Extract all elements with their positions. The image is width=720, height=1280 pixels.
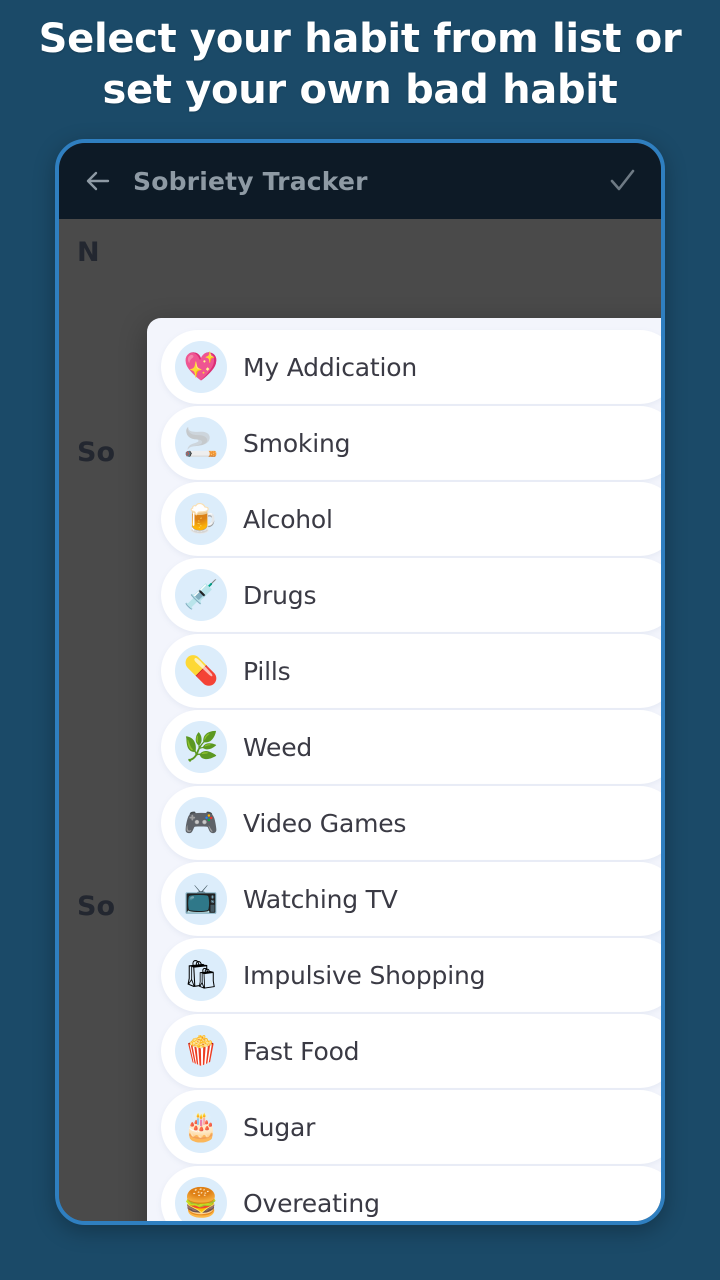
habit-list-item-label: Fast Food (243, 1036, 360, 1066)
habit-list-item[interactable]: 🚬 Smoking (161, 406, 661, 480)
habit-list-item[interactable]: 🎂 Sugar (161, 1090, 661, 1164)
habit-list-item[interactable]: 🍔 Overeating (161, 1166, 661, 1221)
background-label-2: So (77, 437, 115, 468)
habit-list-item-label: Watching TV (243, 884, 398, 914)
pill-icon: 💊 (175, 645, 227, 697)
phone-frame: N So So Sobriety Tracker 💖 My Addication 🚬… (55, 139, 665, 1225)
habit-list-item-label: Video Games (243, 808, 407, 838)
habit-list-item-label: Overeating (243, 1188, 380, 1218)
habit-list-item-label: Drugs (243, 580, 317, 610)
check-icon[interactable] (605, 164, 639, 198)
app-header: Sobriety Tracker (59, 143, 661, 219)
background-label-1: N (77, 237, 100, 268)
popcorn-drink-icon: 🍿 (175, 1025, 227, 1077)
birthday-cake-icon: 🎂 (175, 1101, 227, 1153)
habit-list-item[interactable]: 💉 Drugs (161, 558, 661, 632)
habit-list-item[interactable]: 🌿 Weed (161, 710, 661, 784)
habit-picker-dialog: 💖 My Addication 🚬 Smoking 🍺 Alcohol 💉 Drugs 💊 Pil… (147, 318, 661, 1221)
habit-list-item-label: My Addication (243, 352, 418, 382)
heart-phone-warning-icon: 💖 (175, 341, 227, 393)
habit-list-item[interactable]: 🍿 Fast Food (161, 1014, 661, 1088)
habit-list-item-label: Sugar (243, 1112, 316, 1142)
background-label-3: So (77, 891, 115, 922)
habit-list-item[interactable]: 🍺 Alcohol (161, 482, 661, 556)
hamburger-icon: 🍔 (175, 1177, 227, 1221)
beer-mug-icon: 🍺 (175, 493, 227, 545)
cannabis-leaf-icon: 🌿 (175, 721, 227, 773)
shopping-bag-icon: 🛍 (175, 949, 227, 1001)
habit-list-item-label: Smoking (243, 428, 351, 458)
page-title: Select your habit from list or set your … (38, 16, 682, 114)
habit-list-item[interactable]: 💊 Pills (161, 634, 661, 708)
cigarette-icon: 🚬 (175, 417, 227, 469)
habit-list-item-label: Pills (243, 656, 291, 686)
habit-list-item[interactable]: 🎮 Video Games (161, 786, 661, 860)
syringe-icon: 💉 (175, 569, 227, 621)
habit-list: 💖 My Addication 🚬 Smoking 🍺 Alcohol 💉 Drugs 💊 Pil… (161, 330, 661, 1221)
habit-list-item[interactable]: 💖 My Addication (161, 330, 661, 404)
habit-list-item-label: Impulsive Shopping (243, 960, 486, 990)
back-arrow-icon[interactable] (81, 164, 115, 198)
habit-list-item-label: Weed (243, 732, 313, 762)
habit-list-item[interactable]: 🛍 Impulsive Shopping (161, 938, 661, 1012)
app-title: Sobriety Tracker (133, 166, 368, 196)
habit-list-item[interactable]: 📺 Watching TV (161, 862, 661, 936)
game-controller-icon: 🎮 (175, 797, 227, 849)
habit-list-item-label: Alcohol (243, 504, 333, 534)
television-icon: 📺 (175, 873, 227, 925)
